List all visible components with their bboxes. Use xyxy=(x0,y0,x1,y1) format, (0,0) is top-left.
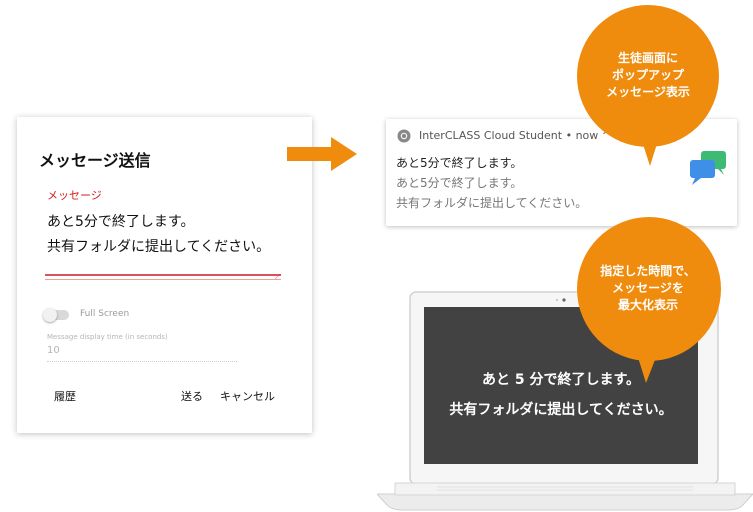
notification-title: あと5分で終了します。 xyxy=(396,156,523,170)
message-line-2: 共有フォルダに提出してください。 xyxy=(47,239,271,255)
toggle-knob xyxy=(43,308,57,322)
send-message-dialog: メッセージ送信 メッセージ あと5分で終了します。 共有フォルダに提出してくださ… xyxy=(17,117,312,433)
notification-body-2: 共有フォルダに提出してください。 xyxy=(396,196,588,210)
chrome-icon xyxy=(397,129,411,143)
popup-callout-text: 生徒画面に ポップアップ メッセージ表示 xyxy=(606,51,690,99)
textarea-underline-secondary xyxy=(45,279,281,280)
textarea-underline xyxy=(45,274,281,276)
dialog-title: メッセージ送信 xyxy=(39,151,151,170)
cancel-button[interactable]: キャンセル xyxy=(220,388,275,404)
message-textarea[interactable]: あと5分で終了します。 共有フォルダに提出してください。 xyxy=(47,210,297,260)
history-button[interactable]: 履歴 xyxy=(54,388,76,404)
display-time-label: Message display time (in seconds) xyxy=(47,333,168,341)
fullscreen-toggle[interactable] xyxy=(43,308,69,322)
display-time-input[interactable]: 10 xyxy=(47,345,60,356)
fullscreen-message-line-2: 共有フォルダに提出してください。 xyxy=(449,402,673,418)
message-line-1: あと5分で終了します。 xyxy=(47,214,195,230)
notification-body-1: あと5分で終了します。 xyxy=(396,176,523,190)
display-time-underline xyxy=(47,361,237,362)
message-label: メッセージ xyxy=(47,189,102,202)
send-button[interactable]: 送る xyxy=(181,388,203,404)
resize-handle-icon[interactable]: ⟋ xyxy=(275,273,280,282)
fullscreen-label: Full Screen xyxy=(80,309,130,319)
maximize-callout-text: 指定した時間で、 メッセージを 最大化表示 xyxy=(600,264,696,312)
arrow-right-icon xyxy=(287,137,357,171)
